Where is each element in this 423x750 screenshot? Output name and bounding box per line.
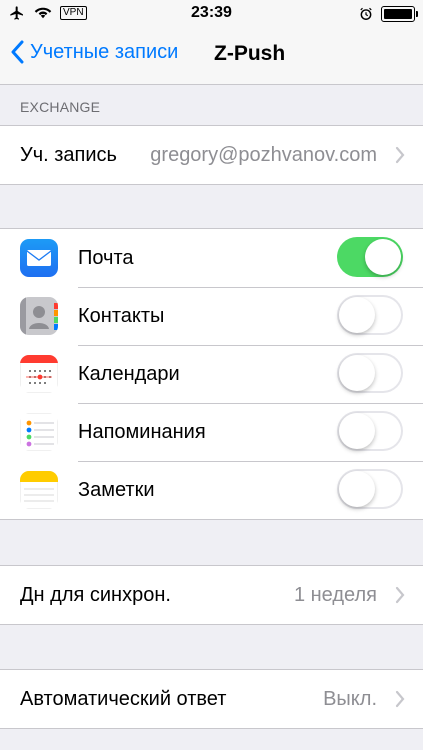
sync-days-label: Дн для синхрон. [20, 583, 171, 606]
sync-group: Дн для синхрон. 1 неделя [0, 565, 423, 625]
chevron-right-icon [395, 586, 405, 604]
back-button[interactable]: Учетные записи [10, 40, 178, 64]
reminders-toggle[interactable] [337, 411, 403, 451]
mail-icon [20, 239, 58, 277]
sync-days-value: 1 неделя [293, 583, 377, 606]
service-label-notes: Заметки [78, 478, 155, 501]
status-right [359, 6, 418, 22]
service-row-contacts: Контакты [0, 287, 423, 345]
notes-toggle[interactable] [337, 469, 403, 509]
account-value: gregory@pozhvanov.com [150, 143, 377, 166]
toggle-knob [339, 471, 375, 507]
back-button-label: Учетные записи [30, 40, 179, 63]
service-label-calendars: Календари [78, 362, 180, 385]
service-row-notes: Заметки [0, 461, 423, 519]
page-title: Z-Push [214, 42, 286, 65]
contacts-icon [20, 297, 58, 335]
chevron-right-icon [395, 146, 405, 164]
toggle-knob [339, 355, 375, 391]
service-label-reminders: Напоминания [78, 420, 206, 443]
account-label: Уч. запись [20, 143, 117, 166]
chevron-left-icon [11, 40, 24, 64]
account-row[interactable]: Уч. запись gregory@pozhvanov.com [0, 126, 423, 184]
contacts-toggle[interactable] [337, 295, 403, 335]
battery-icon [381, 6, 418, 22]
navigation-bar: Учетные записи Z-Push [0, 28, 423, 85]
auto-reply-value: Выкл. [323, 687, 377, 710]
service-row-mail: Почта [0, 229, 423, 287]
mail-toggle[interactable] [337, 237, 403, 277]
toggle-knob [339, 297, 375, 333]
reminders-icon [20, 413, 58, 451]
alarm-icon [360, 7, 372, 20]
auto-reply-group: Автоматический ответ Выкл. [0, 669, 423, 729]
toggle-knob [365, 239, 401, 275]
sync-days-row[interactable]: Дн для синхрон. 1 неделя [0, 566, 423, 624]
calendar-icon [20, 355, 58, 393]
exchange-group: Уч. запись gregory@pozhvanov.com [0, 125, 423, 185]
calendars-toggle[interactable] [337, 353, 403, 393]
services-group: Почта Контакты Календари Напоминания Зам… [0, 228, 423, 520]
service-row-calendars: Календари [0, 345, 423, 403]
service-label-contacts: Контакты [78, 304, 165, 327]
chevron-right-icon [395, 690, 405, 708]
notes-icon [20, 471, 58, 509]
status-bar: VPN 23:39 [0, 0, 423, 28]
auto-reply-row[interactable]: Автоматический ответ Выкл. [0, 670, 423, 728]
toggle-knob [339, 413, 375, 449]
service-label-mail: Почта [78, 246, 134, 269]
auto-reply-label: Автоматический ответ [20, 687, 227, 710]
service-row-reminders: Напоминания [0, 403, 423, 461]
section-header-exchange: EXCHANGE [20, 99, 101, 115]
